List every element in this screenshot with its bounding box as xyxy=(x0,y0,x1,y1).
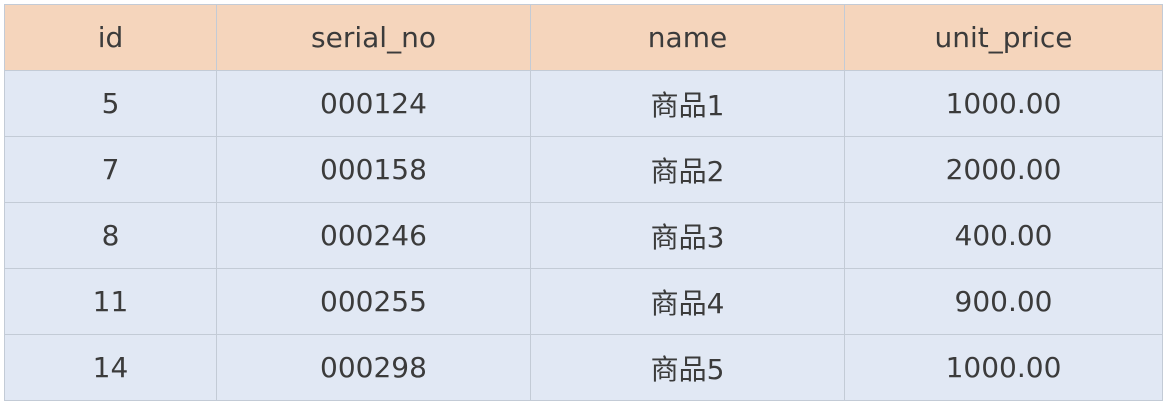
cell-name: 商品4 xyxy=(530,268,845,335)
cell-unit-price: 400.00 xyxy=(844,202,1163,269)
cell-name: 商品5 xyxy=(530,334,845,401)
column-header-serial-no: serial_no xyxy=(216,4,531,71)
cell-name: 商品1 xyxy=(530,70,845,137)
cell-name: 商品3 xyxy=(530,202,845,269)
cell-id: 8 xyxy=(4,202,217,269)
cell-serial-no: 000158 xyxy=(216,136,531,203)
table-row: 8 000246 商品3 400.00 xyxy=(4,202,1163,269)
cell-id: 11 xyxy=(4,268,217,335)
cell-serial-no: 000124 xyxy=(216,70,531,137)
cell-id: 14 xyxy=(4,334,217,401)
cell-id: 7 xyxy=(4,136,217,203)
table-row: 7 000158 商品2 2000.00 xyxy=(4,136,1163,203)
data-table-container: id serial_no name unit_price 5 000124 商品… xyxy=(4,4,1163,401)
table-header-row: id serial_no name unit_price xyxy=(4,4,1163,71)
cell-unit-price: 2000.00 xyxy=(844,136,1163,203)
table-row: 5 000124 商品1 1000.00 xyxy=(4,70,1163,137)
cell-unit-price: 1000.00 xyxy=(844,334,1163,401)
cell-unit-price: 900.00 xyxy=(844,268,1163,335)
table-row: 14 000298 商品5 1000.00 xyxy=(4,334,1163,401)
cell-serial-no: 000246 xyxy=(216,202,531,269)
column-header-unit-price: unit_price xyxy=(844,4,1163,71)
cell-name: 商品2 xyxy=(530,136,845,203)
column-header-id: id xyxy=(4,4,217,71)
cell-serial-no: 000255 xyxy=(216,268,531,335)
cell-serial-no: 000298 xyxy=(216,334,531,401)
cell-id: 5 xyxy=(4,70,217,137)
table-row: 11 000255 商品4 900.00 xyxy=(4,268,1163,335)
cell-unit-price: 1000.00 xyxy=(844,70,1163,137)
data-table: id serial_no name unit_price 5 000124 商品… xyxy=(4,4,1163,401)
column-header-name: name xyxy=(530,4,845,71)
